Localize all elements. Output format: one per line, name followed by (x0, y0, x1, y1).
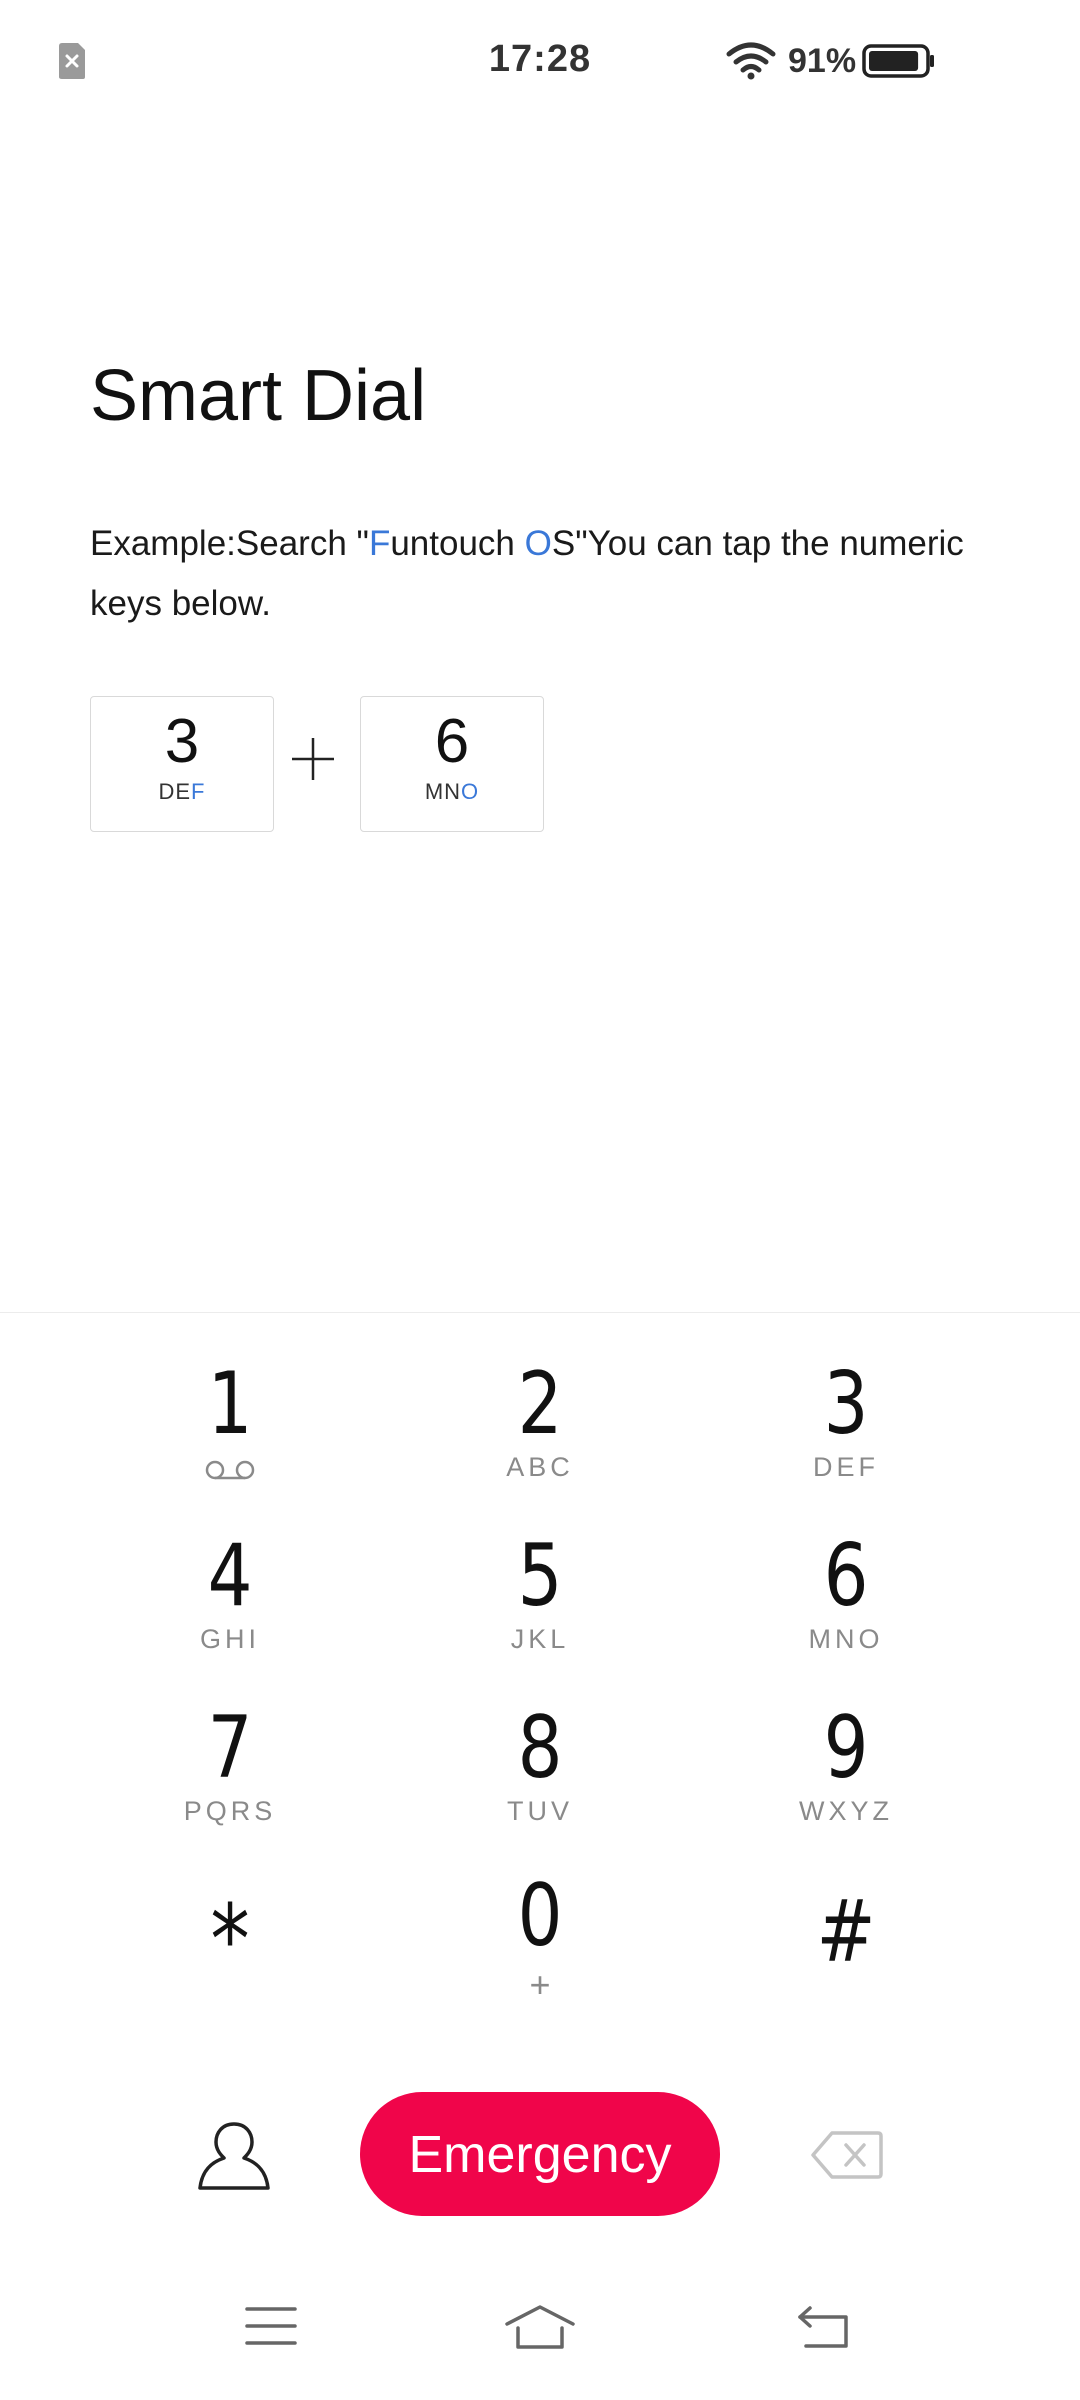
dial-key-letters: TUV (507, 1796, 573, 1826)
back-icon[interactable] (796, 2304, 852, 2350)
dial-key-letters: WXYZ (799, 1796, 893, 1826)
dial-key-number: 4 (207, 1526, 253, 1626)
backspace-icon[interactable] (810, 2130, 884, 2180)
dialer-screen: 17:28 91% Smart Dial Example:Search "Fun… (0, 0, 1080, 2400)
battery-percent: 91% (788, 42, 857, 80)
voicemail-icon (205, 1460, 255, 1480)
demo-key-letters: MNO (361, 779, 543, 805)
dial-key-letters: + (529, 1964, 551, 2005)
dial-key-number: 3 (823, 1354, 869, 1454)
dial-key-number: 7 (207, 1698, 253, 1798)
dial-key-0[interactable]: 0 + (410, 1868, 670, 2028)
page-title: Smart Dial (90, 356, 427, 436)
dial-key-letters: ABC (506, 1452, 574, 1482)
status-bar: 17:28 91% (0, 0, 1080, 120)
wifi-icon (726, 42, 776, 80)
dial-key-8[interactable]: 8 TUV (410, 1700, 670, 1860)
dial-key-6[interactable]: 6 MNO (716, 1528, 976, 1688)
dial-key-number: * (210, 1884, 250, 1996)
dial-key-number: 0 (517, 1866, 563, 1966)
dial-key-letters: JKL (510, 1624, 570, 1654)
dial-key-letters: DEF (813, 1452, 879, 1482)
example-prefix: Example:Search " (90, 524, 369, 563)
dial-key-number: 9 (823, 1698, 869, 1798)
example-mid: untouch (390, 524, 525, 563)
demo-key-number: 3 (164, 707, 200, 776)
emergency-button[interactable]: Emergency (360, 2092, 720, 2216)
demo-key-3: 3 DEF (90, 696, 274, 832)
navigation-bar (0, 2290, 1080, 2400)
demo-key-letters-highlight: F (191, 779, 206, 804)
smart-dial-example: Example:Search "Funtouch OS"You can tap … (90, 514, 1010, 634)
dial-key-hash[interactable]: # (716, 1884, 976, 2044)
dial-key-star[interactable]: * (100, 1892, 360, 2052)
demo-key-number: 6 (434, 707, 470, 776)
dial-key-letters: GHI (199, 1624, 260, 1654)
dial-key-7[interactable]: 7 PQRS (100, 1700, 360, 1860)
contacts-icon[interactable] (196, 2118, 272, 2194)
home-icon[interactable] (504, 2304, 576, 2350)
dial-key-number: 5 (517, 1526, 563, 1626)
dial-key-number: # (816, 1882, 876, 1982)
dial-key-number: 1 (207, 1354, 253, 1454)
demo-key-letters-highlight: O (461, 779, 480, 804)
dial-key-2[interactable]: 2 ABC (410, 1356, 670, 1516)
dial-key-3[interactable]: 3 DEF (716, 1356, 976, 1516)
example-highlight-f: F (368, 524, 391, 563)
dialpad-divider (0, 1312, 1080, 1313)
dial-key-letters: PQRS (183, 1796, 277, 1826)
dial-key-9[interactable]: 9 WXYZ (716, 1700, 976, 1860)
dial-key-4[interactable]: 4 GHI (100, 1528, 360, 1688)
dial-key-number: 6 (823, 1526, 869, 1626)
dial-key-5[interactable]: 5 JKL (410, 1528, 670, 1688)
dial-key-number: 8 (517, 1698, 563, 1798)
dial-key-number: 2 (517, 1354, 563, 1454)
demo-key-6: 6 MNO (360, 696, 544, 832)
menu-icon[interactable] (244, 2304, 298, 2348)
dial-key-1[interactable]: 1 (100, 1356, 360, 1516)
demo-key-letters-plain: MN (424, 779, 462, 804)
dial-key-letters: MNO (808, 1624, 884, 1654)
plus-icon (292, 738, 334, 780)
example-highlight-o: O (524, 524, 552, 563)
demo-key-letters-plain: DE (158, 779, 192, 804)
battery-icon (862, 44, 934, 78)
demo-key-letters: DEF (91, 779, 273, 805)
